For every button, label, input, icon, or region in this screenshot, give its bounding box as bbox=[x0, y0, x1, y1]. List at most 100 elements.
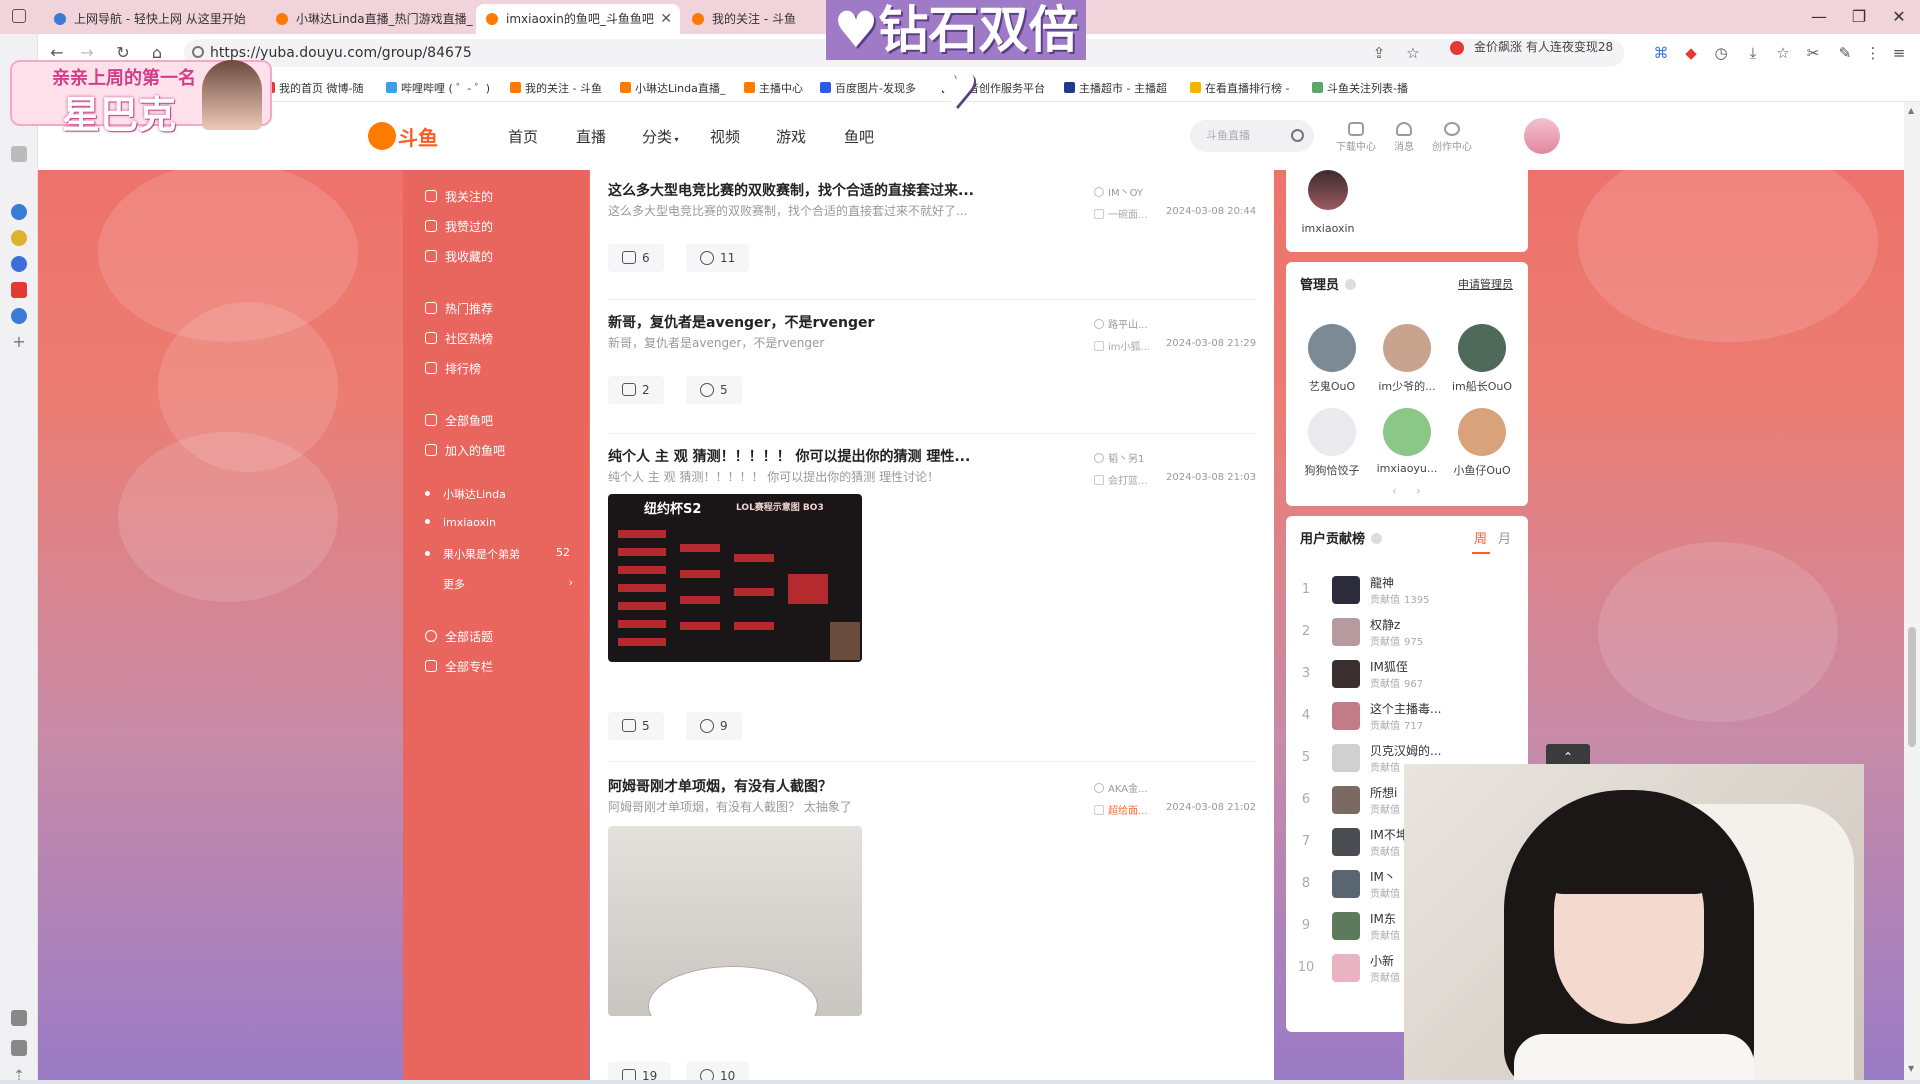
comment-button[interactable]: 10 bbox=[686, 1062, 750, 1080]
bookmark-item[interactable]: 哔哩哔哩 ( ゜- ゜) bbox=[386, 80, 490, 96]
download-icon[interactable]: ⤓ bbox=[1742, 42, 1764, 64]
comment-button[interactable]: 11 bbox=[686, 244, 750, 272]
sidebar-item-columns[interactable]: 全部专栏 bbox=[425, 658, 493, 675]
like-button[interactable]: 19 bbox=[608, 1062, 672, 1080]
scroll-up-icon[interactable]: ▲ bbox=[1908, 106, 1914, 115]
help-icon[interactable] bbox=[1345, 279, 1357, 290]
post-card[interactable]: 阿姆哥刚才单项烟，有没有人截图？ 阿姆哥刚才单项烟，有没有人截图？ 太抽象了 A… bbox=[608, 776, 1256, 1080]
pen-tool-icon[interactable] bbox=[11, 146, 27, 162]
admin-name[interactable]: imxiaoyu... bbox=[1370, 462, 1444, 475]
rank-avatar[interactable] bbox=[1332, 828, 1360, 856]
rank-avatar[interactable] bbox=[1332, 870, 1360, 898]
post-card[interactable]: 这么多大型电竞比赛的双败赛制，找个合适的直接套过来... 这么多大型电竞比赛的双… bbox=[608, 180, 1256, 300]
rank-avatar[interactable] bbox=[1332, 660, 1360, 688]
sidebar-item-ranking[interactable]: 排行榜 bbox=[425, 360, 481, 377]
hamburger-menu-icon[interactable]: ≡ bbox=[1888, 42, 1910, 64]
sidebar-item-hot[interactable]: 热门推荐 bbox=[425, 300, 493, 317]
search-icon[interactable] bbox=[1291, 129, 1304, 142]
pen-icon[interactable]: ✎ bbox=[1834, 42, 1856, 64]
rank-avatar[interactable] bbox=[1332, 912, 1360, 940]
sidebar-more[interactable]: 更多 › bbox=[443, 576, 573, 592]
pin-icon[interactable]: ⇡ bbox=[11, 1068, 27, 1084]
rank-user-name[interactable]: 龍神 bbox=[1370, 574, 1394, 591]
screen-icon[interactable] bbox=[11, 1010, 27, 1026]
rank-avatar[interactable] bbox=[1332, 744, 1360, 772]
post-group[interactable]: 会打篮... bbox=[1094, 472, 1148, 487]
post-image-screenshot[interactable] bbox=[608, 826, 862, 1016]
like-button[interactable]: 2 bbox=[608, 376, 664, 404]
post-title[interactable]: 这么多大型电竞比赛的双败赛制，找个合适的直接套过来... bbox=[608, 180, 974, 200]
video-app-icon[interactable] bbox=[11, 282, 27, 298]
owner-avatar[interactable] bbox=[1308, 170, 1348, 210]
bookmark-item[interactable]: 主播中心 bbox=[744, 80, 803, 96]
douyu-logo[interactable]: 斗鱼 bbox=[368, 120, 446, 152]
sidebar-joined-group[interactable]: imxiaoxin bbox=[425, 516, 496, 529]
browser-tab[interactable]: 小琳达Linda直播_热门游戏直播_ bbox=[266, 4, 474, 34]
bookmark-item[interactable]: 小琳达Linda直播_ bbox=[620, 80, 725, 96]
admin-avatar[interactable] bbox=[1308, 408, 1356, 456]
chrome-app-icon[interactable] bbox=[11, 230, 27, 246]
post-group[interactable]: im小狐... bbox=[1094, 338, 1150, 353]
like-button[interactable]: 5 bbox=[608, 712, 664, 740]
favorite-star-icon[interactable]: ☆ bbox=[1402, 42, 1424, 64]
rank-avatar[interactable] bbox=[1332, 954, 1360, 982]
sidebar-toggle-icon[interactable] bbox=[12, 9, 26, 23]
apply-admin-link[interactable]: 申请管理员 bbox=[1458, 276, 1513, 292]
like-button[interactable]: 6 bbox=[608, 244, 664, 272]
admin-avatar[interactable] bbox=[1458, 408, 1506, 456]
bookmark-item[interactable]: 我的关注 - 斗鱼 bbox=[510, 80, 602, 96]
sidebar-item-topics[interactable]: 全部话题 bbox=[425, 628, 493, 645]
rank-avatar[interactable] bbox=[1332, 576, 1360, 604]
rank-user-name[interactable]: 所想i bbox=[1370, 784, 1397, 801]
admin-name[interactable]: 狗狗恰饺子 bbox=[1295, 462, 1369, 478]
rank-avatar[interactable] bbox=[1332, 786, 1360, 814]
scissors-icon[interactable]: ✂ bbox=[1802, 42, 1824, 64]
nav-game[interactable]: 游戏 bbox=[776, 126, 806, 147]
search-app-icon[interactable] bbox=[11, 204, 27, 220]
post-group[interactable]: 超给面... bbox=[1094, 802, 1148, 817]
browser-tab-active[interactable]: imxiaoxin的鱼吧_斗鱼鱼吧 ✕ bbox=[476, 4, 680, 34]
nav-category[interactable]: 分类 ▾ bbox=[642, 126, 679, 147]
more-menu-icon[interactable]: ⋮ bbox=[1862, 42, 1884, 64]
close-window-icon[interactable]: ✕ bbox=[1876, 0, 1920, 34]
browser-tab[interactable]: 我的关注 - 斗鱼 bbox=[682, 4, 822, 34]
admin-avatar[interactable] bbox=[1383, 324, 1431, 372]
nav-home[interactable]: 首页 bbox=[508, 126, 538, 147]
nav-yuba[interactable]: 鱼吧 bbox=[844, 126, 874, 147]
admin-avatar[interactable] bbox=[1458, 324, 1506, 372]
bookmark-item[interactable]: 主播超市 - 主播超 bbox=[1064, 80, 1167, 96]
rank-user-name[interactable]: IM不坤 bbox=[1370, 826, 1408, 843]
scrollbar-thumb[interactable] bbox=[1908, 627, 1916, 747]
pdf-icon[interactable]: ◆ bbox=[1680, 42, 1702, 64]
post-author[interactable]: 路平山... bbox=[1094, 316, 1148, 331]
add-app-icon[interactable]: + bbox=[11, 334, 27, 350]
rank-user-name[interactable]: 小新 bbox=[1370, 952, 1394, 969]
bookmark-item[interactable]: 在看直播排行榜 - bbox=[1190, 80, 1289, 96]
download-center-button[interactable]: 下载中心 bbox=[1336, 122, 1376, 153]
sidebar-item-joined[interactable]: 加入的鱼吧 bbox=[425, 442, 505, 459]
window-icon[interactable] bbox=[11, 1040, 27, 1056]
sidebar-joined-group[interactable]: 果小果是个弟弟 52 bbox=[425, 546, 575, 562]
admin-name[interactable]: 小鱼仔OuO bbox=[1445, 462, 1519, 478]
post-title[interactable]: 阿姆哥刚才单项烟，有没有人截图？ bbox=[608, 776, 832, 796]
post-card[interactable]: 新哥，复仇者是avenger，不是rvenger 新哥，复仇者是avenger，… bbox=[608, 312, 1256, 434]
browser-tab[interactable]: 上网导航 - 轻快上网 从这里开始 bbox=[44, 4, 264, 34]
rank-user-name[interactable]: 这个主播毒... bbox=[1370, 700, 1441, 717]
clock-app-icon[interactable] bbox=[11, 308, 27, 324]
tab-week[interactable]: 周 bbox=[1474, 528, 1487, 547]
rank-user-name[interactable]: IM丶 bbox=[1370, 868, 1396, 885]
news-ticker[interactable]: 金价飙涨 有人连夜变现28 bbox=[1450, 38, 1613, 55]
post-card[interactable]: 纯个人 主 观 猜测！！！！！ 你可以提出你的猜测 理性... 纯个人 主 观 … bbox=[608, 446, 1256, 762]
paw-app-icon[interactable] bbox=[11, 256, 27, 272]
nav-live[interactable]: 直播 bbox=[576, 126, 606, 147]
scroll-down-icon[interactable]: ▼ bbox=[1908, 1064, 1914, 1073]
admin-avatar[interactable] bbox=[1383, 408, 1431, 456]
post-author[interactable]: IM丶OY bbox=[1094, 184, 1143, 199]
help-icon[interactable] bbox=[1371, 533, 1383, 544]
tab-close-icon[interactable]: ✕ bbox=[660, 4, 672, 34]
post-title[interactable]: 纯个人 主 观 猜测！！！！！ 你可以提出你的猜测 理性... bbox=[608, 446, 970, 466]
rank-user-name[interactable]: IM狐侄 bbox=[1370, 658, 1408, 675]
pager-prev-icon[interactable]: ‹ bbox=[1392, 484, 1397, 498]
post-image-bracket[interactable]: 纽约杯S2 LOL赛程示意图 BO3 bbox=[608, 494, 862, 662]
rank-user-name[interactable]: IM东 bbox=[1370, 910, 1396, 927]
